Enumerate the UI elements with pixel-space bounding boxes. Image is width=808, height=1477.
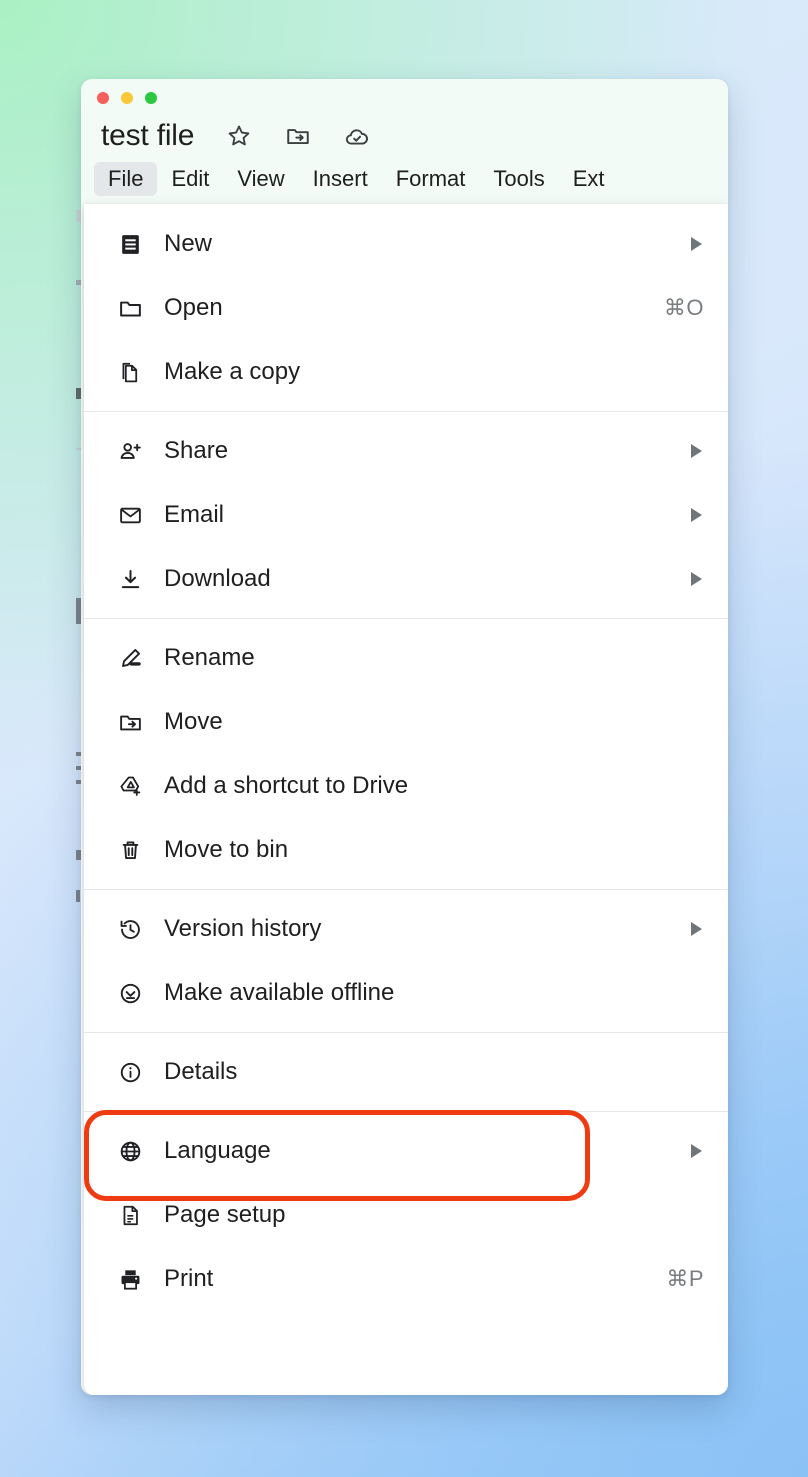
person-add-icon: [115, 436, 145, 466]
menu-item-add-shortcut-to-drive[interactable]: Add a shortcut to Drive: [84, 754, 728, 818]
history-icon: [115, 914, 145, 944]
submenu-arrow-icon: [691, 922, 702, 936]
menubar-item-view[interactable]: View: [223, 162, 298, 196]
page-setup-icon: [115, 1200, 145, 1230]
menu-item-label: Move to bin: [164, 836, 289, 863]
menu-group-6: Language Page setup Print ⌘P: [84, 1119, 728, 1311]
trash-icon: [115, 835, 145, 865]
menu-item-label: Add a shortcut to Drive: [164, 772, 409, 799]
menu-item-right: [691, 1144, 704, 1158]
menu-item-new[interactable]: New: [84, 212, 728, 276]
menu-item-move[interactable]: Move: [84, 690, 728, 754]
menu-item-shortcut: ⌘O: [663, 295, 704, 320]
menu-group-5: Details: [84, 1040, 728, 1104]
menu-item-label: Language: [164, 1137, 271, 1164]
menu-item-open[interactable]: Open ⌘O: [84, 276, 728, 340]
menu-item-right: ⌘O: [664, 295, 704, 321]
menu-item-language[interactable]: Language: [84, 1119, 728, 1183]
menu-item-label: Make a copy: [164, 358, 301, 385]
menu-item-label: Rename: [164, 644, 255, 671]
menu-divider: [84, 411, 728, 412]
globe-icon: [115, 1136, 145, 1166]
download-icon: [115, 564, 145, 594]
menu-divider: [84, 1032, 728, 1033]
new-document-icon: [115, 229, 145, 259]
submenu-arrow-icon: [691, 572, 702, 586]
info-icon: [115, 1057, 145, 1087]
star-icon[interactable]: [226, 123, 252, 149]
menu-group-1: New Open ⌘O Make a copy: [84, 212, 728, 404]
move-folder-icon: [115, 707, 145, 737]
minimize-button[interactable]: [121, 92, 133, 104]
menu-item-shortcut: ⌘P: [666, 1266, 704, 1291]
menu-item-label: Open: [164, 294, 223, 321]
title-icon-group: [226, 123, 370, 149]
move-folder-icon[interactable]: [285, 123, 311, 149]
pencil-icon: [115, 643, 145, 673]
cloud-saved-icon[interactable]: [344, 123, 370, 149]
menu-item-right: [691, 444, 704, 458]
app-window: test file File Edit View Insert Format T…: [81, 79, 728, 1395]
menubar-item-file[interactable]: File: [94, 162, 158, 196]
menu-item-label: Version history: [164, 915, 322, 942]
menubar-item-format[interactable]: Format: [382, 162, 480, 196]
menu-divider: [84, 618, 728, 619]
menu-item-page-setup[interactable]: Page setup: [84, 1183, 728, 1247]
menubar-item-extensions[interactable]: Ext: [559, 162, 619, 196]
submenu-arrow-icon: [691, 508, 702, 522]
menu-group-3: Rename Move Add a shortcut to Drive Move…: [84, 626, 728, 882]
menu-item-label: New: [164, 230, 213, 257]
submenu-arrow-icon: [691, 237, 702, 251]
menubar-item-tools[interactable]: Tools: [479, 162, 558, 196]
menu-item-right: ⌘P: [666, 1266, 704, 1292]
menu-bar: File Edit View Insert Format Tools Ext: [94, 162, 619, 196]
envelope-icon: [115, 500, 145, 530]
menu-divider: [84, 1111, 728, 1112]
menu-item-label: Make available offline: [164, 979, 395, 1006]
menu-item-right: [691, 922, 704, 936]
menu-item-email[interactable]: Email: [84, 483, 728, 547]
printer-icon: [115, 1264, 145, 1294]
menu-item-version-history[interactable]: Version history: [84, 897, 728, 961]
menubar-item-insert[interactable]: Insert: [299, 162, 382, 196]
menu-item-print[interactable]: Print ⌘P: [84, 1247, 728, 1311]
menu-item-make-available-offline[interactable]: Make available offline: [84, 961, 728, 1025]
copy-icon: [115, 357, 145, 387]
offline-check-icon: [115, 978, 145, 1008]
menu-item-label: Page setup: [164, 1201, 286, 1228]
menu-divider: [84, 889, 728, 890]
menu-item-make-a-copy[interactable]: Make a copy: [84, 340, 728, 404]
menu-item-rename[interactable]: Rename: [84, 626, 728, 690]
menu-item-right: [691, 237, 704, 251]
menu-item-label: Print: [164, 1265, 214, 1292]
menu-item-label: Move: [164, 708, 223, 735]
menu-item-download[interactable]: Download: [84, 547, 728, 611]
close-button[interactable]: [97, 92, 109, 104]
menu-item-share[interactable]: Share: [84, 419, 728, 483]
menu-item-right: [691, 508, 704, 522]
window-controls: [97, 92, 157, 104]
menu-item-label: Download: [164, 565, 271, 592]
folder-icon: [115, 293, 145, 323]
document-title[interactable]: test file: [101, 119, 194, 153]
menu-group-2: Share Email Download: [84, 419, 728, 611]
menu-item-right: [691, 572, 704, 586]
menu-group-4: Version history Make available offline: [84, 897, 728, 1025]
menubar-item-edit[interactable]: Edit: [157, 162, 223, 196]
submenu-arrow-icon: [691, 1144, 702, 1158]
menu-item-label: Share: [164, 437, 229, 464]
menu-item-move-to-bin[interactable]: Move to bin: [84, 818, 728, 882]
menu-item-details[interactable]: Details: [84, 1040, 728, 1104]
menu-item-label: Details: [164, 1058, 238, 1085]
submenu-arrow-icon: [691, 444, 702, 458]
maximize-button[interactable]: [145, 92, 157, 104]
menu-item-label: Email: [164, 501, 225, 528]
file-menu-dropdown: New Open ⌘O Make a copy Share Email Down…: [84, 204, 728, 1395]
title-row: test file: [101, 115, 370, 157]
drive-shortcut-icon: [115, 771, 145, 801]
